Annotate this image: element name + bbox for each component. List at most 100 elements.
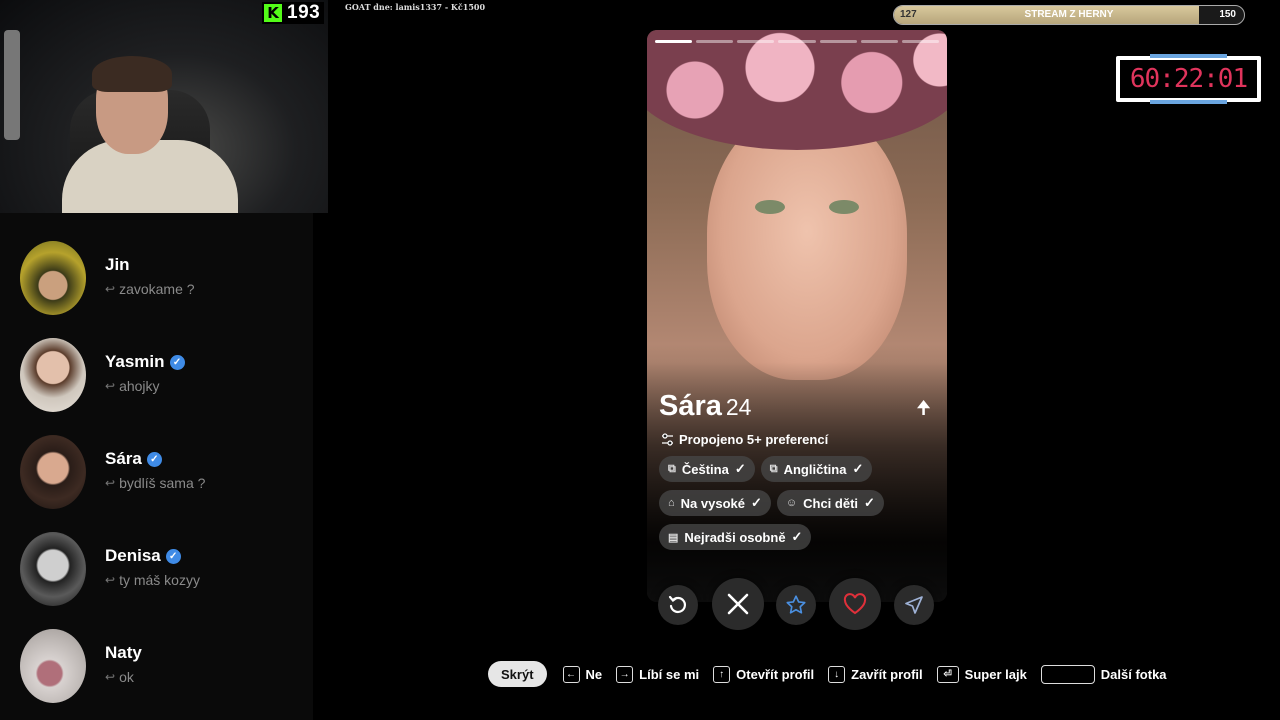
- profile-photo-eye: [829, 200, 859, 214]
- profile-name: Sára 24: [659, 390, 751, 423]
- webcam-overlay: K 193: [0, 0, 328, 213]
- keyboard-hints: Skrýt ← Ne → Líbí se mi ↑ Otevřít profil ↓ Z…: [488, 661, 1175, 687]
- chip-label: Čeština: [681, 461, 729, 477]
- chip-label: Na vysoké: [680, 495, 745, 511]
- kick-logo-icon: K: [264, 4, 282, 22]
- avatar: [20, 435, 86, 509]
- chat-item-yasmin[interactable]: Yasmin ✓ ↩ ahojky: [0, 338, 313, 428]
- chat-name: Naty: [105, 643, 142, 663]
- chat-item-denisa[interactable]: Denisa ✓ ↩ ty máš kozyy: [0, 532, 313, 622]
- preference-chips: ⧉ Čeština ✓ ⧉ Angličtina ✓ ⌂ Na vysoké ✓ ☺ Chci…: [659, 456, 939, 550]
- hint-label: Líbí se mi: [639, 666, 700, 682]
- photo-progress-bar: [819, 40, 857, 43]
- chat-last-message: ↩ zavokame ?: [105, 281, 195, 297]
- arrow-right-key-icon: →: [616, 665, 634, 683]
- reply-icon: ↩: [105, 379, 116, 393]
- chat-bubble-icon: ▤: [668, 531, 679, 544]
- arrow-left-key-icon: ←: [562, 665, 580, 683]
- profile-age: 24: [725, 394, 752, 420]
- heart-icon: [843, 593, 867, 615]
- hint-nope: ← Ne: [562, 665, 603, 683]
- goal-max: 150: [1219, 9, 1236, 20]
- chat-name: Denisa ✓: [105, 546, 181, 566]
- reply-icon: ↩: [105, 670, 116, 684]
- chat-name-text: Sára: [105, 449, 142, 468]
- baby-icon: ☺: [785, 497, 798, 509]
- chat-message-text: ahojky: [119, 378, 160, 394]
- reply-icon: ↩: [105, 476, 116, 490]
- like-button[interactable]: [829, 578, 881, 630]
- graduation-cap-icon: ⌂: [668, 497, 675, 509]
- chip-label: Chci děti: [803, 495, 859, 511]
- photo-progress-bar: [696, 40, 734, 43]
- check-icon: ✓: [734, 461, 746, 476]
- hint-label: Super lajk: [964, 666, 1027, 682]
- goat-donation-text: GOAT dne: lamis1337 - Kč1500: [345, 2, 486, 12]
- chat-name-text: Jin: [105, 255, 130, 274]
- arrow-up-key-icon: ↑: [713, 665, 731, 683]
- reply-icon: ↩: [105, 282, 116, 296]
- webcam-streamer-hair: [92, 56, 172, 92]
- close-icon: [727, 593, 749, 615]
- chat-last-message: ↩ ahojky: [105, 378, 160, 394]
- chat-name-text: Yasmin: [105, 352, 165, 371]
- chat-name-text: Naty: [105, 643, 142, 662]
- chip-anglictina: ⧉ Angličtina ✓: [760, 456, 873, 482]
- photo-progress-bars: [655, 40, 939, 43]
- check-icon: ✓: [852, 461, 864, 476]
- star-icon: [786, 595, 806, 614]
- profile-photo-flower-crown: [647, 30, 947, 150]
- chip-label: Nejradši osobně: [684, 529, 786, 545]
- hint-close-profile: ↓ Zavřít profil: [828, 665, 923, 683]
- chat-item-sara[interactable]: Sára ✓ ↩ bydlíš sama ?: [0, 435, 313, 525]
- super-like-button[interactable]: [776, 585, 816, 625]
- avatar: [20, 338, 86, 412]
- chip-cestina: ⧉ Čeština ✓: [659, 456, 755, 482]
- language-icon: ⧉: [769, 462, 778, 475]
- avatar: [20, 532, 86, 606]
- photo-progress-bar: [655, 40, 693, 43]
- kick-viewer-badge: K 193: [262, 2, 325, 24]
- send-icon: [905, 596, 923, 614]
- rewind-button[interactable]: [658, 585, 698, 625]
- verified-badge-icon: ✓: [169, 354, 185, 370]
- photo-progress-bar: [860, 40, 898, 43]
- language-icon: ⧉: [668, 462, 676, 475]
- verified-badge-icon: ✓: [165, 548, 181, 564]
- chat-item-jin[interactable]: Jin ↩ zavokame ?: [0, 241, 313, 331]
- photo-progress-bar: [737, 40, 775, 43]
- hint-like: → Líbí se mi: [616, 665, 700, 683]
- chip-na-vysoke: ⌂ Na vysoké ✓: [659, 490, 771, 516]
- stream-goal-bar: 127 STREAM Z HERNY 150: [893, 5, 1245, 25]
- check-icon: ✓: [750, 495, 762, 510]
- hint-open-profile: ↑ Otevřít profil: [713, 665, 815, 683]
- photo-progress-bar: [901, 40, 939, 43]
- webcam-streamer-shirt: [62, 140, 238, 213]
- nope-button[interactable]: [712, 578, 764, 630]
- hint-next-photo: Další fotka: [1040, 664, 1167, 684]
- subathon-timer: 60:22:01: [1116, 54, 1261, 104]
- rewind-icon: [668, 595, 686, 613]
- timer-text: 60:22:01: [1129, 64, 1248, 94]
- enter-key-icon: ⏎: [936, 665, 959, 683]
- hint-label: Ne: [585, 666, 603, 682]
- chat-message-text: bydlíš sama ?: [119, 475, 206, 491]
- chip-label: Angličtina: [783, 461, 847, 477]
- boost-button[interactable]: [894, 585, 934, 625]
- open-profile-arrow-icon[interactable]: 🠉: [916, 396, 931, 426]
- chat-name: Sára ✓: [105, 449, 162, 469]
- reply-icon: ↩: [105, 573, 116, 587]
- hint-super-like: ⏎ Super lajk: [936, 665, 1027, 683]
- hint-label: Další fotka: [1100, 666, 1167, 682]
- profile-photo-face: [707, 110, 907, 380]
- photo-progress-bar: [778, 40, 816, 43]
- check-icon: ✓: [864, 495, 875, 510]
- chat-item-naty[interactable]: Naty ↩ ok: [0, 629, 313, 719]
- preferences-match: Propojeno 5+ preferencí: [661, 432, 828, 447]
- chip-nejradsi-osobne: ▤ Nejradši osobně ✓: [659, 524, 812, 550]
- hide-hints-button[interactable]: Skrýt: [488, 661, 547, 687]
- hint-label: Otevřít profil: [736, 666, 815, 682]
- arrow-down-key-icon: ↓: [828, 665, 846, 683]
- profile-card[interactable]: Sára 24 🠉 Propojeno 5+ preferencí ⧉ Češtin…: [647, 30, 947, 602]
- chat-last-message: ↩ bydlíš sama ?: [105, 475, 205, 491]
